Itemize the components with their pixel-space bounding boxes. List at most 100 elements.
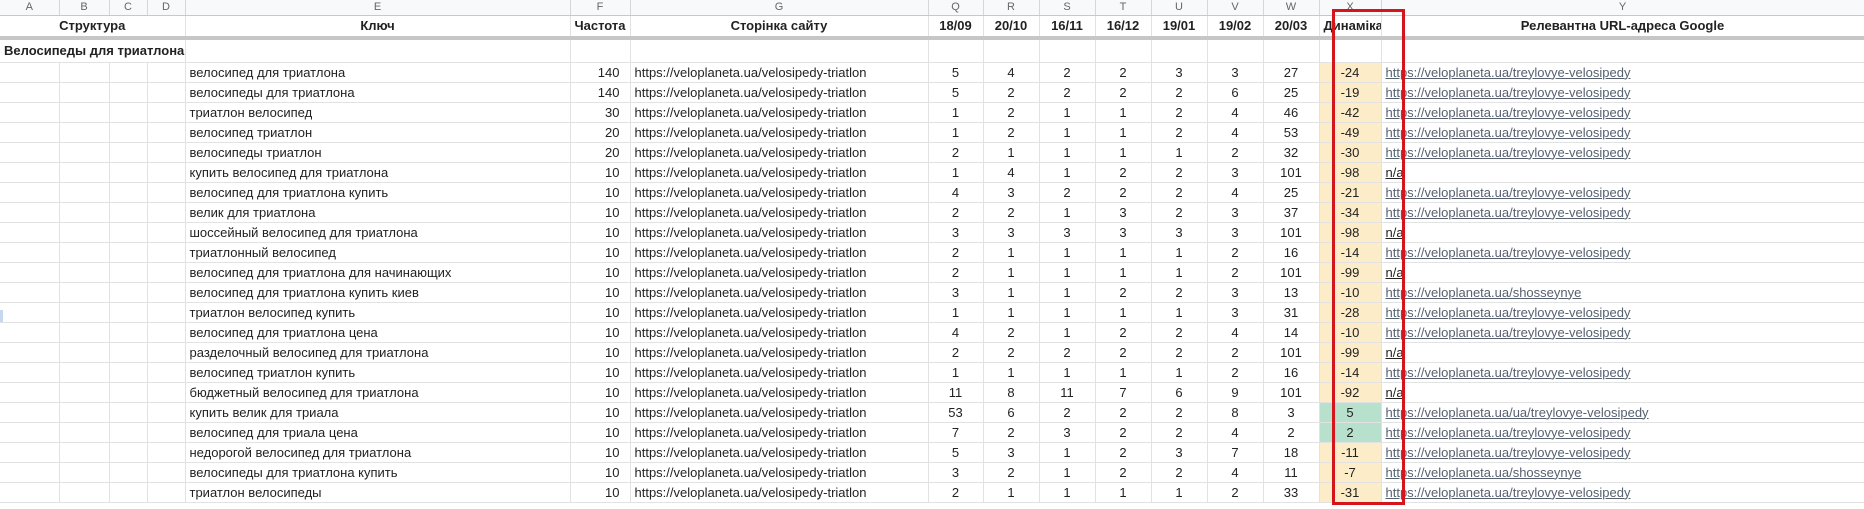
- position-cell[interactable]: 9: [1207, 382, 1264, 403]
- position-cell[interactable]: 3: [1207, 282, 1264, 303]
- position-cell[interactable]: 8: [1207, 402, 1264, 423]
- frequency-cell[interactable]: 140: [570, 82, 631, 103]
- page-cell[interactable]: https://veloplaneta.ua/velosipedy-triatl…: [630, 122, 929, 143]
- column-letter-w[interactable]: W: [1263, 0, 1320, 16]
- header-date-4[interactable]: 16/12: [1095, 15, 1152, 40]
- frequency-cell[interactable]: 140: [570, 62, 631, 83]
- structure-cell[interactable]: [147, 162, 186, 183]
- position-cell[interactable]: 1: [1095, 262, 1152, 283]
- cell[interactable]: [1039, 38, 1096, 63]
- position-cell[interactable]: 101: [1263, 222, 1320, 243]
- frequency-cell[interactable]: 20: [570, 122, 631, 143]
- structure-cell[interactable]: [0, 222, 60, 243]
- position-cell[interactable]: 4: [1207, 182, 1264, 203]
- dynamics-cell[interactable]: -34: [1319, 202, 1382, 223]
- relevant-url-link[interactable]: https://veloplaneta.ua/treylovye-velosip…: [1386, 125, 1631, 140]
- header-frequency[interactable]: Частота: [570, 15, 631, 40]
- page-cell[interactable]: https://veloplaneta.ua/velosipedy-triatl…: [630, 262, 929, 283]
- position-cell[interactable]: 1: [1095, 242, 1152, 263]
- structure-cell[interactable]: [147, 482, 186, 503]
- position-cell[interactable]: 5: [928, 82, 984, 103]
- dynamics-cell[interactable]: -11: [1319, 442, 1382, 463]
- dynamics-cell[interactable]: -42: [1319, 102, 1382, 123]
- position-cell[interactable]: 2: [1095, 322, 1152, 343]
- column-letter-v[interactable]: V: [1207, 0, 1264, 16]
- cell[interactable]: [1319, 38, 1382, 63]
- position-cell[interactable]: 1: [983, 242, 1040, 263]
- structure-cell[interactable]: [109, 322, 148, 343]
- structure-cell[interactable]: [109, 82, 148, 103]
- relevant-url-cell[interactable]: n/a: [1381, 262, 1864, 283]
- position-cell[interactable]: 4: [1207, 322, 1264, 343]
- position-cell[interactable]: 1: [1039, 262, 1096, 283]
- position-cell[interactable]: 2: [1095, 422, 1152, 443]
- position-cell[interactable]: 2: [1263, 422, 1320, 443]
- position-cell[interactable]: 1: [1151, 262, 1208, 283]
- relevant-url-cell[interactable]: https://veloplaneta.ua/treylovye-velosip…: [1381, 422, 1864, 443]
- position-cell[interactable]: 2: [1151, 182, 1208, 203]
- position-cell[interactable]: 11: [1039, 382, 1096, 403]
- position-cell[interactable]: 2: [1151, 342, 1208, 363]
- header-dynamics[interactable]: Динаміка: [1319, 15, 1382, 40]
- position-cell[interactable]: 5: [928, 442, 984, 463]
- structure-cell[interactable]: [109, 62, 148, 83]
- position-cell[interactable]: 32: [1263, 142, 1320, 163]
- relevant-url-link[interactable]: https://veloplaneta.ua/treylovye-velosip…: [1386, 245, 1631, 260]
- position-cell[interactable]: 53: [1263, 122, 1320, 143]
- position-cell[interactable]: 3: [928, 282, 984, 303]
- structure-cell[interactable]: [0, 62, 60, 83]
- relevant-url-cell[interactable]: https://veloplaneta.ua/treylovye-velosip…: [1381, 182, 1864, 203]
- position-cell[interactable]: 2: [1095, 182, 1152, 203]
- position-cell[interactable]: 1: [928, 102, 984, 123]
- page-cell[interactable]: https://veloplaneta.ua/velosipedy-triatl…: [630, 382, 929, 403]
- position-cell[interactable]: 11: [928, 382, 984, 403]
- position-cell[interactable]: 2: [1207, 242, 1264, 263]
- position-cell[interactable]: 1: [1039, 322, 1096, 343]
- page-cell[interactable]: https://veloplaneta.ua/velosipedy-triatl…: [630, 62, 929, 83]
- position-cell[interactable]: 2: [928, 242, 984, 263]
- frequency-cell[interactable]: 10: [570, 282, 631, 303]
- cell[interactable]: [570, 38, 631, 63]
- position-cell[interactable]: 2: [1207, 482, 1264, 503]
- position-cell[interactable]: 3: [928, 222, 984, 243]
- structure-cell[interactable]: [109, 382, 148, 403]
- structure-cell[interactable]: [109, 202, 148, 223]
- position-cell[interactable]: 8: [983, 382, 1040, 403]
- position-cell[interactable]: 2: [928, 482, 984, 503]
- position-cell[interactable]: 2: [1207, 262, 1264, 283]
- relevant-url-link[interactable]: https://veloplaneta.ua/shosseynye: [1386, 285, 1582, 300]
- frequency-cell[interactable]: 10: [570, 182, 631, 203]
- structure-cell[interactable]: [147, 182, 186, 203]
- cell[interactable]: [630, 38, 929, 63]
- position-cell[interactable]: 2: [1151, 422, 1208, 443]
- relevant-url-link[interactable]: n/a: [1386, 265, 1404, 280]
- structure-cell[interactable]: [59, 422, 110, 443]
- key-cell[interactable]: велосипед для триатлона для начинающих: [185, 262, 571, 283]
- position-cell[interactable]: 2: [1151, 202, 1208, 223]
- page-cell[interactable]: https://veloplaneta.ua/velosipedy-triatl…: [630, 282, 929, 303]
- position-cell[interactable]: 4: [1207, 462, 1264, 483]
- cell[interactable]: [1095, 38, 1152, 63]
- column-letter-t[interactable]: T: [1095, 0, 1152, 16]
- position-cell[interactable]: 2: [1039, 62, 1096, 83]
- structure-cell[interactable]: [59, 182, 110, 203]
- position-cell[interactable]: 1: [983, 262, 1040, 283]
- position-cell[interactable]: 3: [983, 222, 1040, 243]
- position-cell[interactable]: 2: [1151, 102, 1208, 123]
- structure-cell[interactable]: [147, 282, 186, 303]
- frequency-cell[interactable]: 10: [570, 382, 631, 403]
- structure-cell[interactable]: [0, 122, 60, 143]
- relevant-url-cell[interactable]: https://veloplaneta.ua/treylovye-velosip…: [1381, 362, 1864, 383]
- relevant-url-link[interactable]: https://veloplaneta.ua/ua/treylovye-velo…: [1386, 405, 1649, 420]
- relevant-url-cell[interactable]: https://veloplaneta.ua/treylovye-velosip…: [1381, 322, 1864, 343]
- position-cell[interactable]: 2: [1095, 82, 1152, 103]
- dynamics-cell[interactable]: -98: [1319, 222, 1382, 243]
- structure-cell[interactable]: [0, 382, 60, 403]
- column-letter-r[interactable]: R: [983, 0, 1040, 16]
- position-cell[interactable]: 2: [1151, 322, 1208, 343]
- relevant-url-cell[interactable]: https://veloplaneta.ua/treylovye-velosip…: [1381, 62, 1864, 83]
- position-cell[interactable]: 16: [1263, 362, 1320, 383]
- position-cell[interactable]: 3: [928, 462, 984, 483]
- relevant-url-cell[interactable]: https://veloplaneta.ua/treylovye-velosip…: [1381, 442, 1864, 463]
- relevant-url-link[interactable]: https://veloplaneta.ua/treylovye-velosip…: [1386, 85, 1631, 100]
